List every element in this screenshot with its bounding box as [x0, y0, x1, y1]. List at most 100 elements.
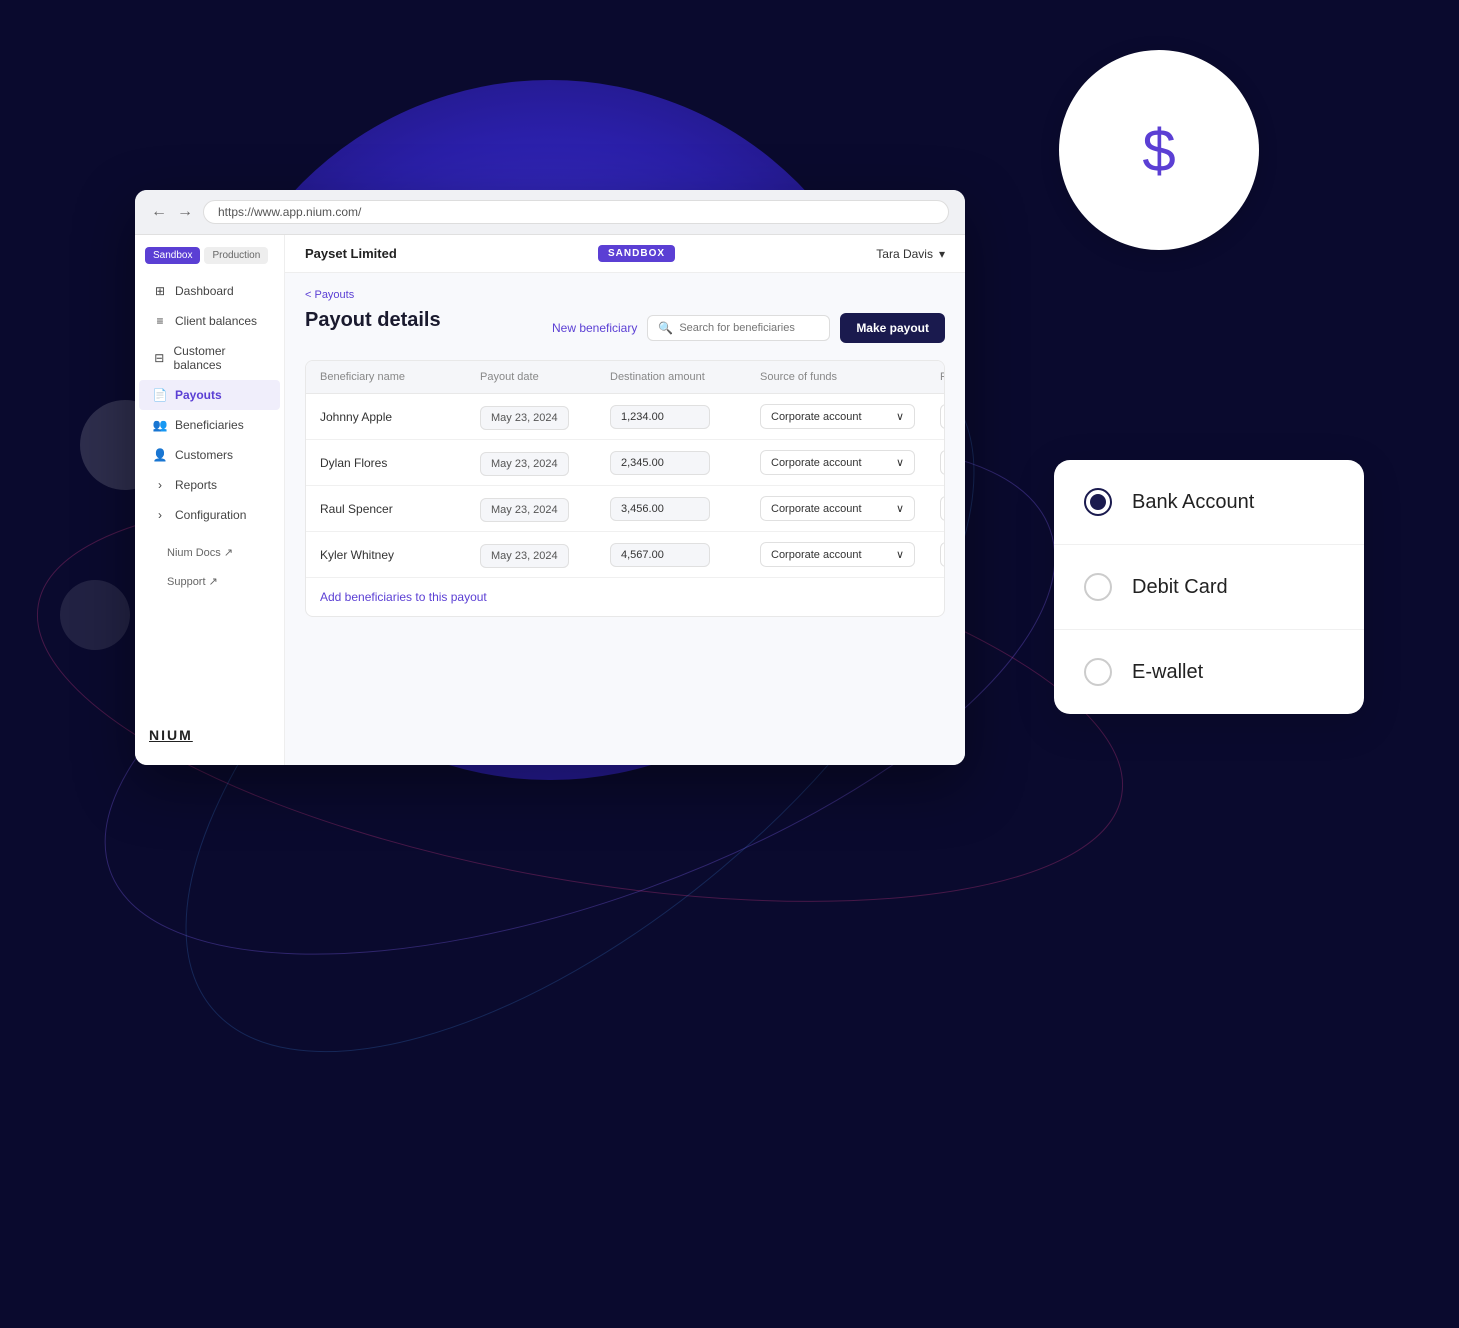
dollar-circle: $ [1059, 50, 1259, 250]
source-value-2: Corporate account [771, 457, 862, 469]
source-dropdown-1[interactable]: Corporate account ∨ [760, 404, 915, 429]
sidebar-item-customer-balances[interactable]: ⊟ Customer balances [139, 336, 280, 380]
sandbox-tab[interactable]: Sandbox [145, 247, 200, 264]
support-label: Support ↗ [167, 575, 218, 588]
sidebar-item-configuration[interactable]: › Configuration [139, 500, 280, 530]
table-row: Kyler Whitney May 23, 2024 Corporate acc… [306, 532, 944, 578]
col-header-purpose: Purpose code [940, 371, 945, 383]
table-row: Johnny Apple May 23, 2024 Corporate acco… [306, 394, 944, 440]
sandbox-badge: SANDBOX [598, 245, 675, 262]
payment-option-e-wallet[interactable]: E-wallet [1054, 630, 1364, 714]
sidebar-item-label-reports: Reports [175, 478, 217, 492]
purpose-dropdown-2[interactable]: 006 - Travel ∨ [940, 450, 945, 475]
env-tab-group: Sandbox Production [145, 247, 274, 264]
beneficiary-name-3: Raul Spencer [320, 502, 480, 516]
date-3: May 23, 2024 [480, 498, 569, 522]
beneficiaries-icon: 👥 [153, 418, 167, 432]
sidebar-item-label-configuration: Configuration [175, 508, 246, 522]
source-value-1: Corporate account [771, 411, 862, 423]
breadcrumb[interactable]: < Payouts [305, 289, 945, 301]
source-dropdown-3[interactable]: Corporate account ∨ [760, 496, 915, 521]
nium-logo: NIUM [149, 727, 270, 743]
source-dropdown-4[interactable]: Corporate account ∨ [760, 542, 915, 567]
purpose-dropdown-4[interactable]: 006 - Travel ∨ [940, 542, 945, 567]
source-dropdown-2[interactable]: Corporate account ∨ [760, 450, 915, 475]
payment-method-card: Bank Account Debit Card E-wallet [1054, 460, 1364, 714]
beneficiary-name-1: Johnny Apple [320, 410, 480, 424]
amount-input-1[interactable] [610, 405, 710, 429]
table-row: Dylan Flores May 23, 2024 Corporate acco… [306, 440, 944, 486]
payment-option-bank-account[interactable]: Bank Account [1054, 460, 1364, 545]
add-beneficiaries-link[interactable]: Add beneficiaries to this payout [306, 578, 944, 616]
payout-table: Beneficiary name Payout date Destination… [305, 360, 945, 617]
date-2: May 23, 2024 [480, 452, 569, 476]
payment-option-debit-card[interactable]: Debit Card [1054, 545, 1364, 630]
sidebar-item-label-dashboard: Dashboard [175, 284, 234, 298]
beneficiary-name-2: Dylan Flores [320, 456, 480, 470]
production-tab[interactable]: Production [204, 247, 268, 264]
payment-option-label-bank-account: Bank Account [1132, 491, 1254, 514]
sidebar-footer: NIUM [135, 717, 284, 753]
payout-header: Payout details New beneficiary 🔍 Make pa… [305, 309, 945, 346]
col-header-source: Source of funds [760, 371, 940, 383]
support-link[interactable]: Support ↗ [153, 567, 266, 596]
user-chevron-icon: ▾ [939, 247, 945, 261]
source-chevron-1: ∨ [896, 410, 904, 423]
radio-selected-indicator [1090, 494, 1106, 510]
sidebar-item-reports[interactable]: › Reports [139, 470, 280, 500]
source-chevron-3: ∨ [896, 502, 904, 515]
sidebar-item-label-customer-balances: Customer balances [174, 344, 266, 372]
back-button[interactable]: ← [151, 203, 167, 221]
purpose-dropdown-1[interactable]: 006 - Travel ∨ [940, 404, 945, 429]
customers-icon: 👤 [153, 448, 167, 462]
date-1: May 23, 2024 [480, 406, 569, 430]
app-header: Payset Limited SANDBOX Tara Davis ▾ [285, 235, 965, 273]
source-value-4: Corporate account [771, 549, 862, 561]
sidebar-item-label-payouts: Payouts [175, 388, 222, 402]
app-layout: Sandbox Production ⊞ Dashboard ≡ Client … [135, 235, 965, 765]
amount-input-3[interactable] [610, 497, 710, 521]
date-4: May 23, 2024 [480, 544, 569, 568]
nium-docs-label: Nium Docs ↗ [167, 546, 233, 559]
sidebar: Sandbox Production ⊞ Dashboard ≡ Client … [135, 235, 285, 765]
sidebar-item-label-customers: Customers [175, 448, 233, 462]
main-content: Payset Limited SANDBOX Tara Davis ▾ < Pa… [285, 235, 965, 765]
dollar-sign: $ [1142, 116, 1175, 185]
browser-window: ← → Sandbox Production ⊞ Dashboard ≡ Cli… [135, 190, 965, 765]
user-name: Tara Davis [876, 247, 933, 261]
client-balances-icon: ≡ [153, 314, 167, 328]
forward-button[interactable]: → [177, 203, 193, 221]
new-beneficiary-button[interactable]: New beneficiary [552, 321, 637, 335]
configuration-expand-icon: › [153, 508, 167, 522]
deco-circle-2 [60, 580, 130, 650]
sidebar-item-beneficiaries[interactable]: 👥 Beneficiaries [139, 410, 280, 440]
beneficiary-name-4: Kyler Whitney [320, 548, 480, 562]
radio-debit-card [1084, 573, 1112, 601]
company-name: Payset Limited [305, 246, 397, 261]
search-input[interactable] [679, 322, 819, 334]
payouts-icon: 📄 [153, 388, 167, 402]
table-header: Beneficiary name Payout date Destination… [306, 361, 944, 394]
source-chevron-2: ∨ [896, 456, 904, 469]
reports-expand-icon: › [153, 478, 167, 492]
amount-input-4[interactable] [610, 543, 710, 567]
amount-input-2[interactable] [610, 451, 710, 475]
user-menu[interactable]: Tara Davis ▾ [876, 247, 945, 261]
sidebar-item-customers[interactable]: 👤 Customers [139, 440, 280, 470]
nium-docs-link[interactable]: Nium Docs ↗ [153, 538, 266, 567]
sidebar-item-payouts[interactable]: 📄 Payouts [139, 380, 280, 410]
radio-e-wallet [1084, 658, 1112, 686]
sidebar-item-dashboard[interactable]: ⊞ Dashboard [139, 276, 280, 306]
radio-bank-account [1084, 488, 1112, 516]
dashboard-icon: ⊞ [153, 284, 167, 298]
page-title: Payout details [305, 309, 441, 332]
sidebar-item-client-balances[interactable]: ≡ Client balances [139, 306, 280, 336]
customer-balances-icon: ⊟ [153, 351, 166, 365]
search-wrap: 🔍 [647, 315, 830, 341]
url-bar[interactable] [203, 200, 949, 224]
payment-option-label-e-wallet: E-wallet [1132, 661, 1203, 684]
table-row: Raul Spencer May 23, 2024 Corporate acco… [306, 486, 944, 532]
make-payout-button[interactable]: Make payout [840, 313, 945, 343]
purpose-dropdown-3[interactable]: 006 - Travel ∨ [940, 496, 945, 521]
source-value-3: Corporate account [771, 503, 862, 515]
